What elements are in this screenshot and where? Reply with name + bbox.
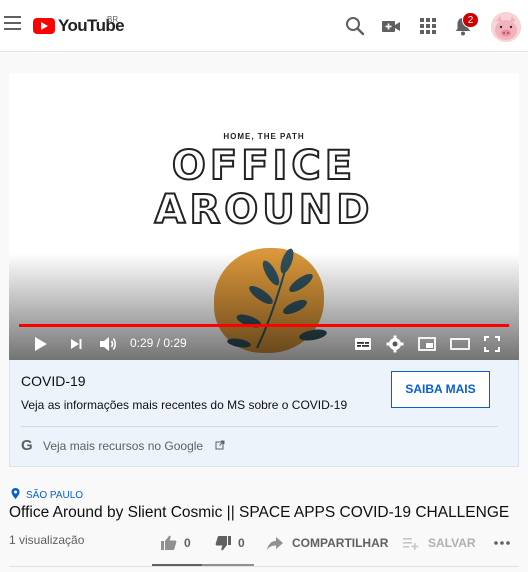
menu-icon[interactable]: [4, 16, 21, 30]
subtitles-icon[interactable]: [352, 333, 374, 355]
google-g-icon: G: [21, 437, 33, 454]
like-count: 0: [184, 536, 191, 550]
google-resources-link[interactable]: Veja mais recursos no Google: [43, 439, 203, 453]
more-actions-icon[interactable]: [492, 534, 512, 552]
add-to-playlist-icon: [403, 538, 419, 550]
theater-mode-icon[interactable]: [449, 333, 471, 355]
settings-icon[interactable]: [384, 333, 406, 355]
location-pin-icon: [11, 488, 20, 499]
search-icon[interactable]: [343, 14, 367, 38]
covid-info-panel: COVID-19 Veja as informações mais recent…: [9, 360, 519, 467]
share-label: COMPARTILHAR: [292, 536, 389, 550]
thumbnail-title-line2: AROUND: [154, 186, 374, 234]
save-label: SALVAR: [428, 536, 476, 550]
time-display: 0:29 / 0:29: [130, 336, 187, 350]
video-location-link[interactable]: SÃO PAULO: [26, 490, 83, 501]
saiba-mais-button[interactable]: SAIBA MAIS: [391, 371, 490, 408]
volume-icon[interactable]: [97, 333, 119, 355]
fullscreen-icon[interactable]: [481, 333, 503, 355]
divider: [9, 566, 519, 567]
covid-panel-title: COVID-19: [21, 373, 86, 389]
thumbnail-title-line1: OFFICE: [171, 142, 357, 190]
notification-badge: 2: [462, 12, 479, 28]
share-arrow-icon: [267, 537, 283, 550]
video-player[interactable]: HOME, THE PATH OFFICE AROUND 0:29 / 0:29: [9, 73, 519, 360]
thumbs-up-icon: [161, 535, 177, 550]
like-button[interactable]: 0: [160, 533, 191, 553]
video-title: Office Around by Slient Cosmic || SPACE …: [9, 504, 510, 521]
next-icon[interactable]: [65, 333, 87, 355]
external-link-icon: [215, 440, 225, 450]
share-button[interactable]: COMPARTILHAR: [266, 533, 388, 553]
covid-panel-description: Veja as informações mais recentes do MS …: [21, 398, 348, 412]
top-bar: YouTube BR 2: [0, 0, 528, 52]
save-button[interactable]: SALVAR: [402, 533, 476, 553]
dislike-button[interactable]: 0: [214, 533, 245, 553]
avatar[interactable]: [491, 12, 521, 42]
play-icon[interactable]: [29, 333, 51, 355]
youtube-play-logo-icon: [33, 18, 55, 34]
pig-avatar-icon: [491, 12, 521, 42]
apps-grid-icon[interactable]: [416, 14, 440, 38]
progress-fill: [19, 324, 509, 327]
divider: [21, 426, 498, 427]
progress-bar[interactable]: [19, 324, 509, 327]
thumbnail-subtitle: HOME, THE PATH: [223, 132, 305, 141]
miniplayer-icon[interactable]: [416, 333, 438, 355]
region-code: BR: [107, 15, 119, 24]
view-count: 1 visualização: [9, 533, 85, 547]
video-camera-icon[interactable]: [379, 14, 403, 38]
dislike-count: 0: [238, 536, 245, 550]
thumbs-down-icon: [215, 536, 231, 551]
